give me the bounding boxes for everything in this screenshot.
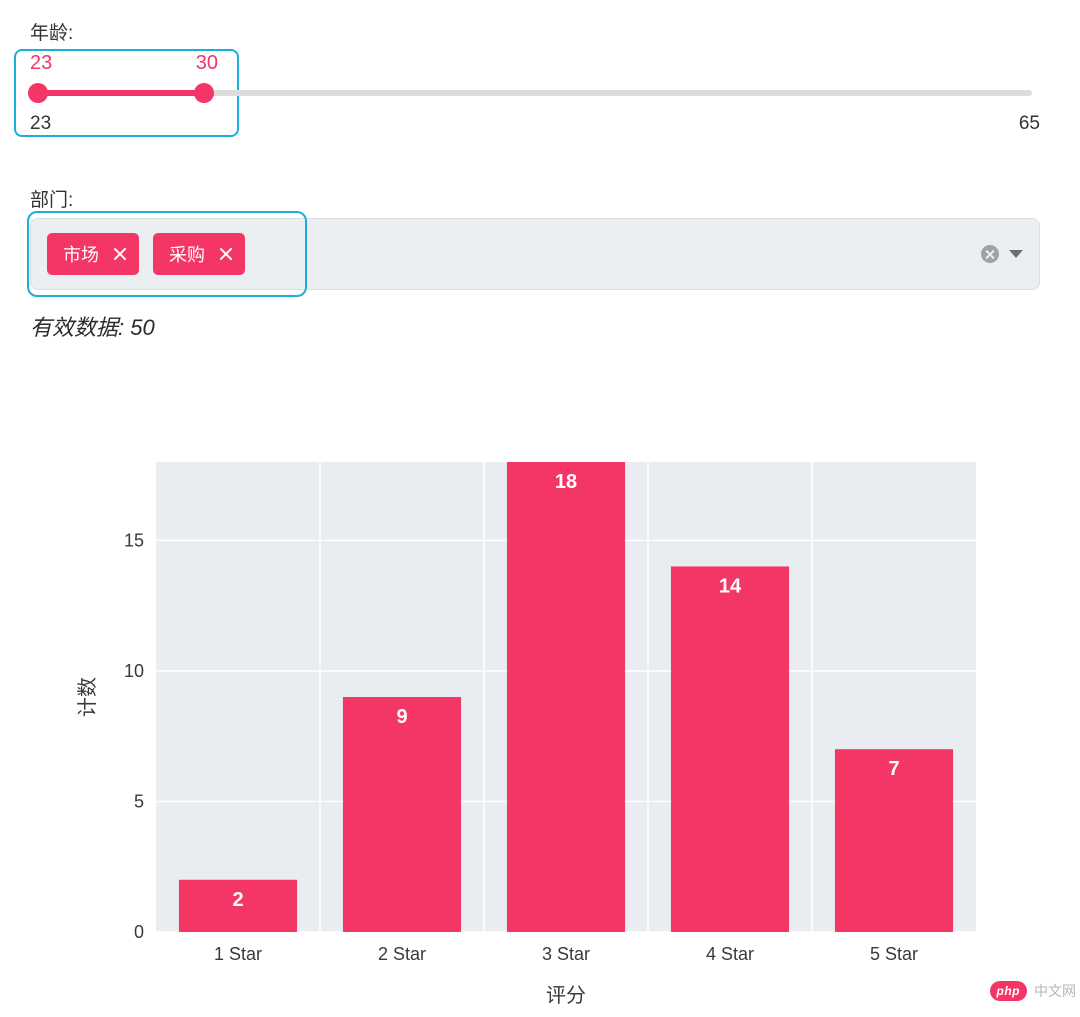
department-label: 部门: (30, 185, 1050, 212)
chevron-down-icon[interactable] (1009, 250, 1023, 258)
watermark-text: 中文网 (1034, 981, 1076, 1001)
age-selected-max: 30 (196, 51, 218, 75)
age-selected-values: 23 30 (30, 51, 218, 75)
chip-label: 市场 (63, 241, 99, 267)
valid-data-label: 有效数据: (30, 315, 124, 340)
chip-label: 采购 (169, 241, 205, 267)
slider-thumb-min[interactable] (28, 83, 48, 103)
age-range-max: 65 (1019, 113, 1040, 135)
close-icon[interactable] (113, 247, 127, 261)
age-slider-track[interactable] (30, 81, 1040, 103)
valid-data-value: 50 (130, 315, 154, 340)
close-icon[interactable] (219, 247, 233, 261)
bar[interactable] (507, 462, 625, 932)
age-range-limits: 23 65 (30, 113, 1040, 135)
department-chip[interactable]: 采购 (153, 233, 245, 275)
svg-text:10: 10 (124, 661, 144, 681)
clear-icon[interactable] (981, 245, 999, 263)
svg-text:0: 0 (134, 922, 144, 942)
svg-text:2: 2 (232, 889, 243, 911)
svg-text:计数: 计数 (76, 677, 99, 717)
age-label: 年龄: (30, 18, 1050, 45)
svg-text:14: 14 (719, 575, 742, 597)
age-selected-min: 23 (30, 51, 52, 75)
age-range-min: 23 (30, 113, 51, 135)
valid-data-text: 有效数据: 50 (30, 310, 1050, 342)
department-multiselect[interactable]: 市场 采购 (30, 218, 1040, 290)
svg-text:4 Star: 4 Star (706, 944, 754, 964)
watermark: php 中文网 (990, 981, 1077, 1001)
department-chip[interactable]: 市场 (47, 233, 139, 275)
svg-text:18: 18 (555, 471, 577, 493)
bar[interactable] (671, 566, 789, 932)
svg-text:5 Star: 5 Star (870, 944, 918, 964)
svg-text:1 Star: 1 Star (214, 944, 262, 964)
slider-track-fill (38, 90, 204, 96)
php-badge: php (990, 981, 1028, 1001)
bar[interactable] (343, 697, 461, 932)
svg-text:3 Star: 3 Star (542, 944, 590, 964)
svg-text:2 Star: 2 Star (378, 944, 426, 964)
svg-text:15: 15 (124, 530, 144, 550)
svg-text:评分: 评分 (546, 984, 586, 1007)
slider-thumb-max[interactable] (194, 83, 214, 103)
svg-text:5: 5 (134, 791, 144, 811)
svg-text:9: 9 (396, 706, 407, 728)
svg-text:7: 7 (888, 758, 899, 780)
rating-bar-chart: 0 5 10 15 2 1 Star 9 2 Star 18 3 Star 14 4 Star 7 5 S… (66, 452, 1026, 1017)
age-slider[interactable]: 23 30 23 65 (30, 51, 1050, 161)
